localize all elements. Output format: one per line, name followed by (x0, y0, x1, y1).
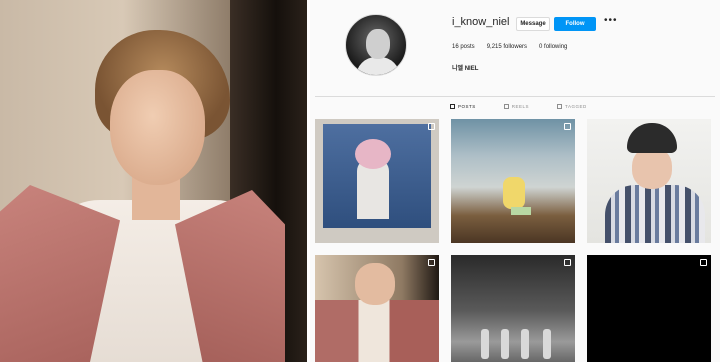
face (110, 70, 205, 185)
carousel-icon (428, 123, 435, 130)
profile-tabs: POSTS REELS TAGGED (450, 104, 587, 109)
person (521, 329, 529, 359)
grid-icon (450, 104, 455, 109)
portrait-photo (0, 0, 307, 362)
follow-button[interactable]: Follow (554, 17, 596, 31)
tab-reels[interactable]: REELS (503, 104, 530, 109)
tagged-icon (557, 104, 563, 109)
carousel-icon (564, 123, 571, 130)
face (355, 263, 395, 305)
divider (315, 96, 715, 97)
person (481, 329, 489, 359)
person (543, 329, 551, 359)
face (632, 147, 672, 189)
post-thumbnail[interactable] (587, 255, 711, 362)
tab-label: REELS (511, 104, 530, 109)
profile-panel: i_know_niel Message Follow ••• 16 posts … (310, 0, 720, 362)
post-thumbnail[interactable] (315, 119, 439, 243)
pink-hat (355, 139, 391, 169)
profile-stats: 16 posts 9,215 followers 0 following (452, 44, 567, 50)
tab-tagged[interactable]: TAGGED (557, 104, 587, 109)
more-options-icon[interactable]: ••• (604, 15, 618, 26)
username: i_know_niel (452, 16, 510, 28)
figure-body (503, 177, 525, 209)
post-thumbnail[interactable] (315, 255, 439, 362)
avatar-body (356, 57, 400, 75)
post-thumbnail[interactable] (451, 255, 575, 362)
vest (315, 300, 439, 362)
reels-icon (503, 104, 509, 109)
avatar[interactable] (345, 14, 407, 76)
avatar-face (366, 29, 390, 59)
carousel-icon (428, 259, 435, 266)
tab-posts[interactable]: POSTS (450, 104, 476, 109)
person (501, 329, 509, 359)
plaid-shirt (605, 185, 705, 243)
bio-name: 니엘 NIEL (452, 66, 479, 72)
tab-label: TAGGED (565, 104, 587, 109)
posts-count: 16 posts (452, 44, 475, 50)
tab-label: POSTS (458, 104, 476, 109)
message-button[interactable]: Message (516, 17, 550, 31)
post-thumbnail[interactable] (451, 119, 575, 243)
figure-legs (511, 207, 531, 215)
beanie (627, 123, 677, 153)
post-thumbnail[interactable] (587, 119, 711, 243)
reel-icon (564, 259, 571, 266)
reel-icon (700, 259, 707, 266)
followers-count[interactable]: 9,215 followers (487, 44, 527, 50)
following-count[interactable]: 0 following (539, 44, 567, 50)
